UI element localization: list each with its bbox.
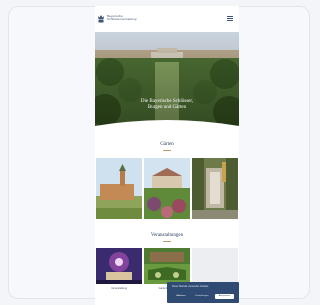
- events-section-title: Veranstaltungen: [150, 233, 184, 238]
- cookie-accept-button[interactable]: Akzeptieren: [215, 294, 234, 299]
- mobile-page: Bayerische Schlösserverwaltung Die Bayer…: [95, 6, 239, 305]
- section-divider: [163, 241, 171, 242]
- cookie-banner: Diese Website verwendet Cookies Ablehnen…: [167, 282, 239, 303]
- brand-line-2: Schlösserverwaltung: [107, 17, 137, 22]
- crown-crest-icon[interactable]: [97, 14, 105, 23]
- event-card-garden-tour[interactable]: [144, 248, 190, 284]
- cookie-decline-button[interactable]: Ablehnen: [172, 294, 190, 299]
- cookie-text: Diese Website verwendet Cookies: [172, 285, 209, 288]
- gardens-section-title: Gärten: [160, 142, 174, 147]
- hero-image: Die Bayerische Schlösser, Burgen und Gär…: [95, 32, 239, 133]
- event-card-fireworks[interactable]: [96, 248, 142, 284]
- hamburger-menu-icon[interactable]: [227, 16, 233, 21]
- garden-card-cascade[interactable]: [192, 158, 238, 219]
- cookie-settings-button[interactable]: Einstellungen: [192, 294, 212, 299]
- hero-title: Die Bayerische Schlösser, Burgen und Gär…: [140, 99, 194, 110]
- site-header: Bayerische Schlösserverwaltung: [95, 6, 239, 32]
- brand-name[interactable]: Bayerische Schlösserverwaltung: [107, 14, 167, 22]
- event-card-placeholder[interactable]: [192, 248, 238, 284]
- section-divider: [163, 150, 171, 151]
- garden-card-monastery[interactable]: [96, 158, 142, 219]
- garden-card-palace[interactable]: [144, 158, 190, 219]
- event-caption: Veranstaltung: [111, 287, 127, 290]
